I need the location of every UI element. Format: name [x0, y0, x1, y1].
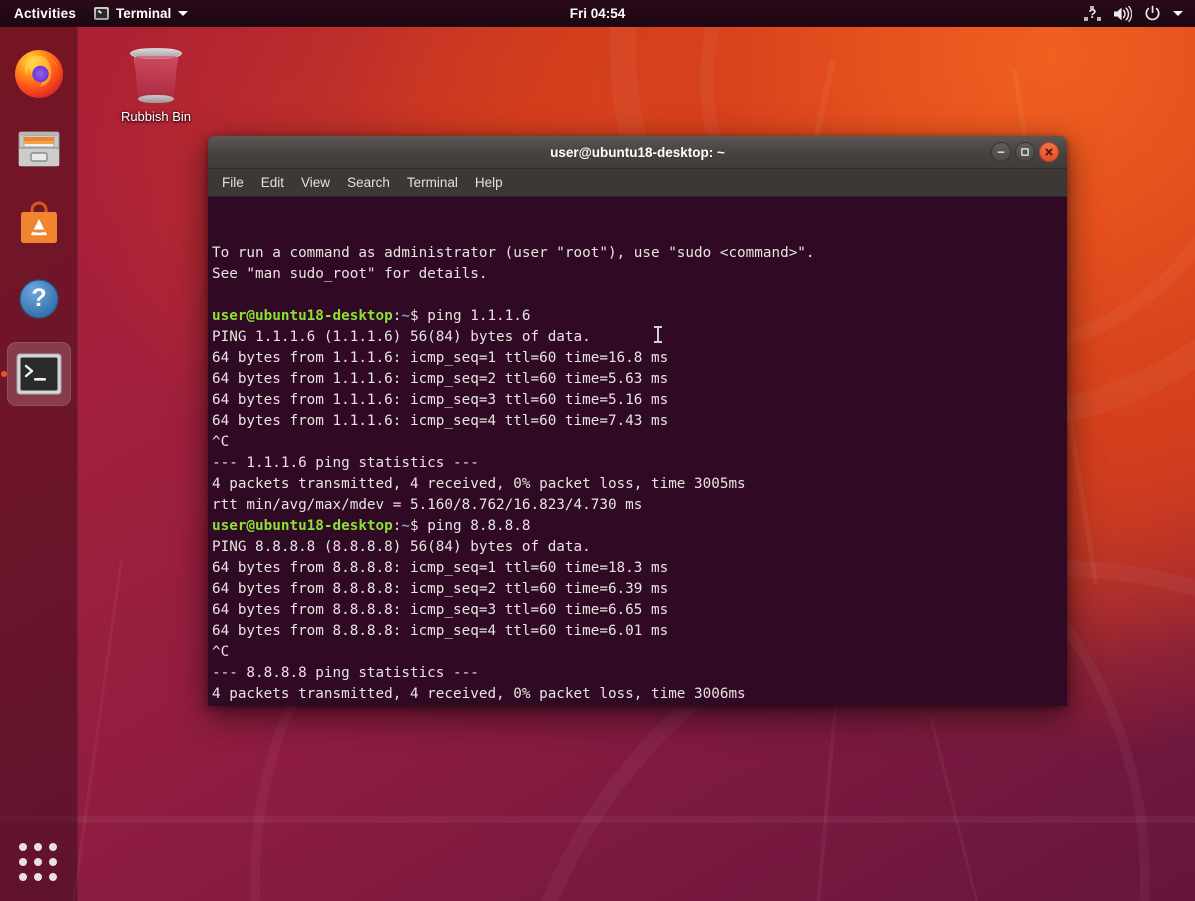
terminal-output[interactable]: To run a command as administrator (user … [208, 197, 1067, 706]
terminal-menubar[interactable]: File Edit View Search Terminal Help [208, 169, 1067, 197]
dock-item-terminal[interactable] [7, 342, 71, 406]
terminal-window[interactable]: user@ubuntu18-desktop: ~ File Edit View … [208, 136, 1067, 706]
prompt-user-host: user@ubuntu18-desktop [212, 308, 393, 324]
terminal-line: rtt min/avg/max/mdev = 6.014/9.354/18.35… [212, 705, 1067, 706]
system-tray[interactable]: ? [1084, 5, 1195, 22]
window-title: user@ubuntu18-desktop: ~ [550, 145, 725, 160]
grid-dot [34, 873, 42, 881]
terminal-line: To run a command as administrator (user … [212, 243, 1067, 264]
terminal-line: 4 packets transmitted, 4 received, 0% pa… [212, 684, 1067, 705]
minimize-button[interactable] [991, 142, 1011, 162]
terminal-line: PING 1.1.1.6 (1.1.1.6) 56(84) bytes of d… [212, 327, 1067, 348]
chevron-down-icon [178, 11, 188, 16]
terminal-line [212, 285, 1067, 306]
menu-file[interactable]: File [222, 175, 244, 190]
terminal-titlebar[interactable]: user@ubuntu18-desktop: ~ [208, 136, 1067, 169]
app-menu-label: Terminal [116, 6, 171, 21]
network-unknown-icon[interactable]: ? [1084, 6, 1101, 21]
grid-dot [34, 858, 42, 866]
system-menu-caret-icon[interactable] [1173, 11, 1183, 16]
prompt-command: $ ping 8.8.8.8 [410, 518, 531, 534]
activities-button[interactable]: Activities [0, 6, 86, 21]
svg-text:?: ? [1089, 6, 1097, 21]
terminal-line: 64 bytes from 8.8.8.8: icmp_seq=4 ttl=60… [212, 621, 1067, 642]
terminal-line: --- 1.1.1.6 ping statistics --- [212, 453, 1067, 474]
terminal-icon [15, 352, 63, 396]
ubuntu-software-icon [15, 200, 63, 248]
rubbish-bin-icon [130, 48, 182, 106]
grid-dot [49, 858, 57, 866]
volume-icon[interactable] [1113, 6, 1132, 22]
wallpaper-line [71, 560, 123, 901]
desktop-icon-label: Rubbish Bin [113, 109, 199, 124]
help-icon: ? [15, 275, 63, 323]
terminal-line: ^C [212, 432, 1067, 453]
grid-dot [49, 873, 57, 881]
grid-dot [19, 843, 27, 851]
menu-search[interactable]: Search [347, 175, 390, 190]
terminal-line: 64 bytes from 8.8.8.8: icmp_seq=1 ttl=60… [212, 558, 1067, 579]
menu-view[interactable]: View [301, 175, 330, 190]
terminal-line: 64 bytes from 1.1.1.6: icmp_seq=3 ttl=60… [212, 390, 1067, 411]
grid-dot [34, 843, 42, 851]
menu-terminal[interactable]: Terminal [407, 175, 458, 190]
grid-dot [49, 843, 57, 851]
grid-dot [19, 858, 27, 866]
menu-edit[interactable]: Edit [261, 175, 284, 190]
terminal-line: rtt min/avg/max/mdev = 5.160/8.762/16.82… [212, 495, 1067, 516]
terminal-line: 4 packets transmitted, 4 received, 0% pa… [212, 474, 1067, 495]
prompt-command: $ ping 1.1.1.6 [410, 308, 531, 324]
app-menu-terminal[interactable]: Terminal [86, 6, 196, 21]
terminal-line: PING 8.8.8.8 (8.8.8.8) 56(84) bytes of d… [212, 537, 1067, 558]
window-controls[interactable] [991, 142, 1059, 162]
dock-item-firefox[interactable] [7, 42, 71, 106]
terminal-line: --- 8.8.8.8 ping statistics --- [212, 663, 1067, 684]
terminal-line: 64 bytes from 1.1.1.6: icmp_seq=1 ttl=60… [212, 348, 1067, 369]
mouse-text-cursor [657, 327, 659, 342]
firefox-icon [14, 49, 64, 99]
grid-dot [19, 873, 27, 881]
wallpaper-line [0, 816, 1195, 823]
top-bar: Activities Terminal Fri 04:54 ? [0, 0, 1195, 27]
terminal-line: 64 bytes from 8.8.8.8: icmp_seq=2 ttl=60… [212, 579, 1067, 600]
prompt-path: ~ [401, 518, 410, 534]
dock-item-ubuntu-software[interactable] [7, 192, 71, 256]
terminal-line: ^C [212, 642, 1067, 663]
close-button[interactable] [1039, 142, 1059, 162]
dock-item-help[interactable]: ? [7, 267, 71, 331]
terminal-line: See "man sudo_root" for details. [212, 264, 1067, 285]
terminal-prompt-line: user@ubuntu18-desktop:~$ ping 1.1.1.6 [212, 306, 1067, 327]
prompt-user-host: user@ubuntu18-desktop [212, 518, 393, 534]
terminal-line: 64 bytes from 1.1.1.6: icmp_seq=4 ttl=60… [212, 411, 1067, 432]
dock-item-files[interactable] [7, 117, 71, 181]
desktop-icon-rubbish-bin[interactable]: Rubbish Bin [113, 48, 199, 124]
prompt-path: ~ [401, 308, 410, 324]
terminal-prompt-line: user@ubuntu18-desktop:~$ ping 8.8.8.8 [212, 516, 1067, 537]
terminal-icon [94, 7, 109, 20]
files-icon [14, 125, 64, 173]
svg-text:?: ? [31, 284, 46, 312]
menu-help[interactable]: Help [475, 175, 503, 190]
terminal-line: 64 bytes from 8.8.8.8: icmp_seq=3 ttl=60… [212, 600, 1067, 621]
power-icon[interactable] [1144, 5, 1161, 22]
maximize-button[interactable] [1015, 142, 1035, 162]
show-applications-button[interactable] [19, 843, 59, 883]
dock: ? [0, 27, 78, 901]
terminal-line: 64 bytes from 1.1.1.6: icmp_seq=2 ttl=60… [212, 369, 1067, 390]
